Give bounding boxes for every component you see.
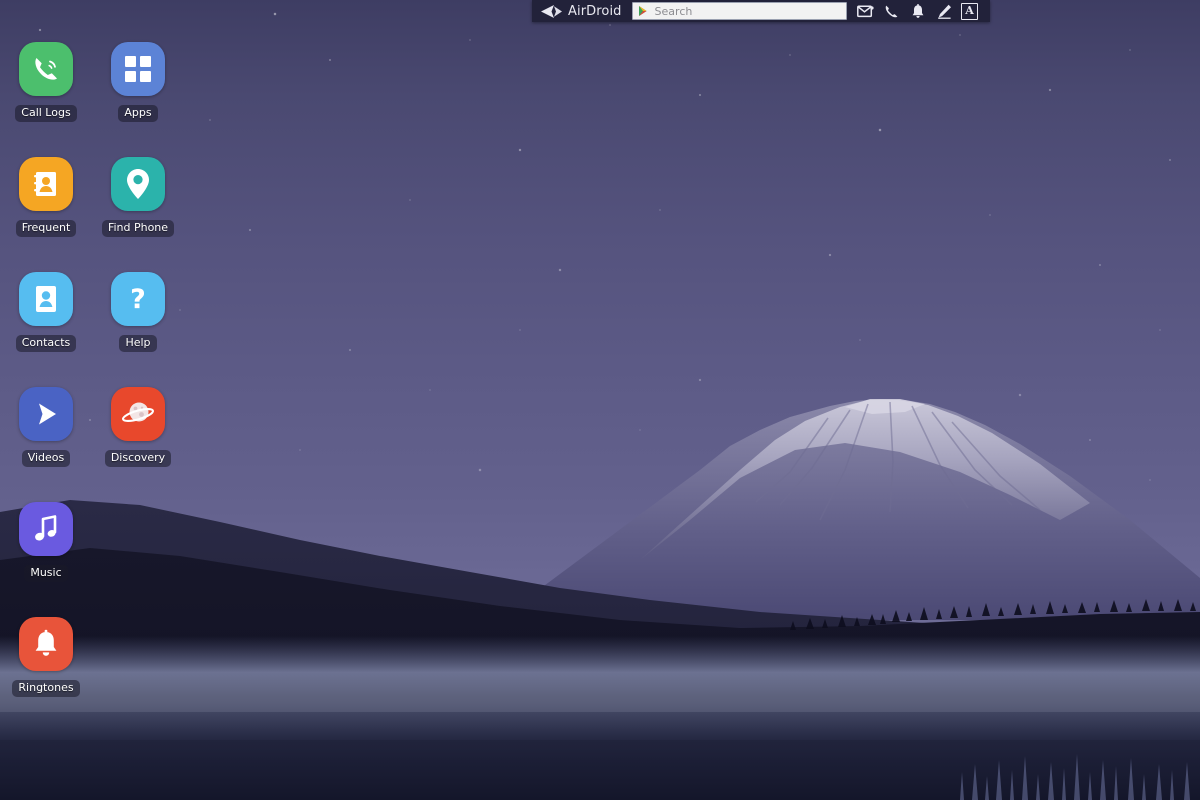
mail-glyph xyxy=(857,4,874,17)
icon-row: Contacts ? Help xyxy=(0,272,184,387)
app-grid-icon xyxy=(111,42,165,96)
desktop-icon-videos[interactable]: Videos xyxy=(0,387,92,502)
phone-glyph xyxy=(885,5,898,17)
airdroid-brand-label: AirDroid xyxy=(568,3,622,19)
desktop-icon-discovery[interactable]: Discovery xyxy=(92,387,184,502)
planet-icon xyxy=(111,387,165,441)
icon-label: Contacts xyxy=(15,335,77,352)
icon-row: Videos Discovery xyxy=(0,387,184,502)
notifications-icon[interactable] xyxy=(905,0,931,22)
icon-label: Find Phone xyxy=(101,220,175,237)
desktop-icon-slot-empty xyxy=(92,617,184,732)
icon-label: Music xyxy=(24,565,68,582)
icon-label: Call Logs xyxy=(15,105,77,122)
contact-card-icon xyxy=(19,272,73,326)
desktop-icon-call-logs[interactable]: Call Logs xyxy=(0,42,92,157)
icon-row: Ringtones xyxy=(0,617,184,732)
edit-icon[interactable] xyxy=(931,0,957,22)
letter-a-button[interactable]: A xyxy=(957,0,983,22)
phone-call-icon xyxy=(19,42,73,96)
icon-row: Music xyxy=(0,502,184,617)
airdroid-toolbar: AirDroid Search A xyxy=(532,0,990,22)
airdroid-logo-group[interactable]: AirDroid xyxy=(532,0,630,22)
desktop: AirDroid Search A Call Logs Apps Frequen… xyxy=(0,0,1200,800)
svg-text:?: ? xyxy=(130,284,146,315)
icon-label: Discovery xyxy=(104,450,172,467)
music-note-icon xyxy=(19,502,73,556)
desktop-icon-contacts[interactable]: Contacts xyxy=(0,272,92,387)
icon-label: Apps xyxy=(118,105,158,122)
play-triangle-icon xyxy=(19,387,73,441)
search-box[interactable]: Search xyxy=(631,2,847,20)
icon-label: Help xyxy=(119,335,157,352)
bell-glyph xyxy=(912,3,923,18)
desktop-icon-music[interactable]: Music xyxy=(0,502,92,617)
play-store-icon xyxy=(638,6,647,16)
desktop-icon-apps[interactable]: Apps xyxy=(92,42,184,157)
icon-row: Frequent Find Phone xyxy=(0,157,184,272)
letter-a-label: A xyxy=(961,2,979,20)
desktop-icon-grid: Call Logs Apps Frequent Find Phone Conta… xyxy=(0,42,184,732)
icon-row: Call Logs Apps xyxy=(0,42,184,157)
desktop-icon-ringtones[interactable]: Ringtones xyxy=(0,617,92,732)
back-arrow-icon xyxy=(541,4,562,18)
desktop-icon-find-phone[interactable]: Find Phone xyxy=(92,157,184,272)
map-pin-icon xyxy=(111,157,165,211)
bell-icon xyxy=(19,617,73,671)
icon-label: Frequent xyxy=(15,220,77,237)
contact-card-icon xyxy=(19,157,73,211)
desktop-icon-frequent[interactable]: Frequent xyxy=(0,157,92,272)
messages-icon[interactable] xyxy=(853,0,879,22)
search-input-placeholder[interactable]: Search xyxy=(655,6,693,17)
toolbar-actions: A xyxy=(853,0,983,22)
icon-label: Videos xyxy=(21,450,71,467)
phone-icon[interactable] xyxy=(879,0,905,22)
desktop-icon-help[interactable]: ? Help xyxy=(92,272,184,387)
pencil-glyph xyxy=(937,4,951,19)
question-mark-icon: ? xyxy=(111,272,165,326)
icon-label: Ringtones xyxy=(12,680,80,697)
desktop-icon-slot-empty xyxy=(92,502,184,617)
